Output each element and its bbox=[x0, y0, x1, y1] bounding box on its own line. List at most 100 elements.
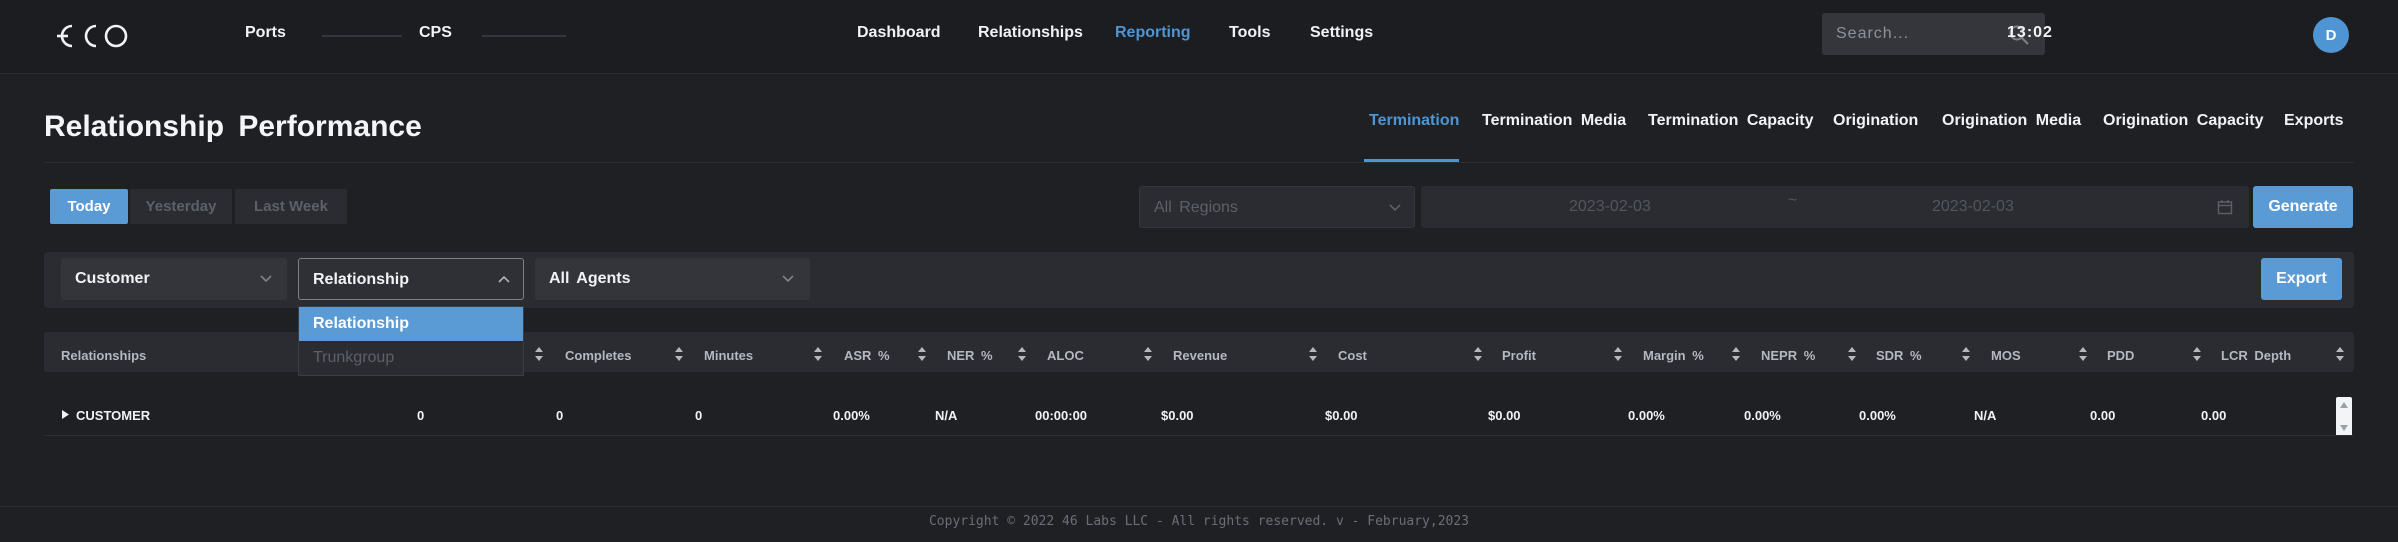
col-sdr[interactable]: SDR % bbox=[1876, 348, 1922, 363]
table-scrollbar[interactable] bbox=[2336, 397, 2352, 436]
sort-icon[interactable] bbox=[1473, 346, 1483, 362]
sort-icon[interactable] bbox=[1308, 346, 1318, 362]
cell-attempts: 0 bbox=[417, 408, 425, 423]
tab-termination[interactable]: Termination bbox=[1369, 112, 1459, 130]
sort-icon[interactable] bbox=[1847, 346, 1857, 362]
cell-mos: N/A bbox=[1974, 408, 1997, 423]
cell-revenue: $0.00 bbox=[1161, 408, 1194, 423]
cps-meter bbox=[482, 35, 566, 37]
footer-copyright: Copyright © 2022 46 Labs LLC - All right… bbox=[928, 514, 1470, 529]
user-avatar[interactable]: D bbox=[2313, 17, 2349, 53]
col-pdd[interactable]: PDD bbox=[2107, 348, 2134, 363]
tab-termination-media[interactable]: Termination Media bbox=[1482, 112, 1626, 130]
row-relationship-name[interactable]: CUSTOMER bbox=[76, 408, 150, 423]
option-trunkgroup[interactable]: Trunkgroup bbox=[299, 341, 523, 375]
chevron-down-icon bbox=[260, 275, 272, 283]
date-to[interactable]: 2023-02-03 bbox=[1932, 198, 2014, 216]
row-divider bbox=[44, 435, 2354, 436]
nav-relationships[interactable]: Relationships bbox=[978, 24, 1083, 42]
col-asr[interactable]: ASR % bbox=[844, 348, 890, 363]
tab-termination-capacity[interactable]: Termination Capacity bbox=[1648, 112, 1814, 130]
cell-minutes: 0 bbox=[695, 408, 703, 423]
scroll-down-icon[interactable] bbox=[2340, 425, 2348, 431]
col-lcr-depth[interactable]: LCR Depth bbox=[2221, 348, 2291, 363]
group-by-dropdown-menu: Relationship Trunkgroup bbox=[298, 306, 524, 376]
cell-asr: 0.00% bbox=[833, 408, 870, 423]
export-button[interactable]: Export bbox=[2261, 258, 2342, 300]
tab-origination[interactable]: Origination bbox=[1833, 112, 1918, 130]
sort-icon[interactable] bbox=[1731, 346, 1741, 362]
nav-settings[interactable]: Settings bbox=[1310, 24, 1373, 42]
col-relationships[interactable]: Relationships bbox=[61, 348, 146, 363]
col-ner[interactable]: NER % bbox=[947, 348, 993, 363]
range-today-button[interactable]: Today bbox=[50, 189, 128, 224]
sort-icon[interactable] bbox=[674, 346, 684, 362]
sort-icon[interactable] bbox=[1961, 346, 1971, 362]
eco-logo[interactable] bbox=[52, 20, 132, 52]
cell-margin: 0.00% bbox=[1628, 408, 1665, 423]
sort-icon[interactable] bbox=[813, 346, 823, 362]
nav-tools[interactable]: Tools bbox=[1229, 24, 1270, 42]
cell-sdr: 0.00% bbox=[1859, 408, 1896, 423]
cell-aloc: 00:00:00 bbox=[1035, 408, 1088, 423]
agents-select[interactable]: All Agents bbox=[535, 258, 810, 300]
ports-meter bbox=[322, 35, 402, 37]
customer-type-select[interactable]: Customer bbox=[61, 258, 287, 300]
header-divider bbox=[44, 162, 2354, 163]
chevron-down-icon bbox=[782, 275, 794, 283]
calendar-icon[interactable] bbox=[2217, 199, 2233, 215]
col-revenue[interactable]: Revenue bbox=[1173, 348, 1227, 363]
col-profit[interactable]: Profit bbox=[1502, 348, 1536, 363]
cell-profit: $0.00 bbox=[1488, 408, 1521, 423]
nav-dashboard[interactable]: Dashboard bbox=[857, 24, 941, 42]
cell-nepr: 0.00% bbox=[1744, 408, 1781, 423]
ports-link[interactable]: Ports bbox=[245, 24, 286, 42]
col-mos[interactable]: MOS bbox=[1991, 348, 2021, 363]
col-completes[interactable]: Completes bbox=[565, 348, 631, 363]
cps-link[interactable]: CPS bbox=[419, 24, 452, 42]
date-separator: ~ bbox=[1788, 192, 1798, 209]
col-minutes[interactable]: Minutes bbox=[704, 348, 753, 363]
group-by-select[interactable]: Relationship bbox=[298, 258, 524, 300]
top-navigation-bar: Ports CPS Dashboard Relationships Report… bbox=[0, 0, 2398, 74]
clock: 13:02 bbox=[2007, 24, 2053, 41]
cell-completes: 0 bbox=[556, 408, 564, 423]
cell-lcr-depth: 0.00 bbox=[2201, 408, 2227, 423]
customer-type-value: Customer bbox=[75, 270, 150, 287]
date-range-picker[interactable]: 2023-02-03 ~ 2023-02-03 bbox=[1421, 186, 2249, 228]
expand-caret-icon[interactable] bbox=[62, 410, 70, 419]
scroll-up-icon[interactable] bbox=[2340, 402, 2348, 408]
sort-icon[interactable] bbox=[2078, 346, 2088, 362]
group-by-value: Relationship bbox=[313, 271, 410, 288]
chevron-down-icon bbox=[1389, 204, 1401, 212]
option-relationship[interactable]: Relationship bbox=[299, 307, 523, 341]
range-yesterday-button[interactable]: Yesterday bbox=[130, 189, 232, 224]
region-select[interactable]: All Regions bbox=[1139, 186, 1415, 228]
col-cost[interactable]: Cost bbox=[1338, 348, 1367, 363]
chevron-up-icon bbox=[498, 275, 510, 283]
tab-origination-media[interactable]: Origination Media bbox=[1942, 112, 2081, 130]
nav-reporting[interactable]: Reporting bbox=[1115, 24, 1191, 42]
region-select-value: All Regions bbox=[1154, 199, 1238, 216]
sort-icon[interactable] bbox=[917, 346, 927, 362]
cell-cost: $0.00 bbox=[1325, 408, 1358, 423]
sort-icon[interactable] bbox=[2192, 346, 2202, 362]
col-nepr[interactable]: NEPR % bbox=[1761, 348, 1815, 363]
tab-exports[interactable]: Exports bbox=[2284, 112, 2344, 130]
cell-pdd: 0.00 bbox=[2090, 408, 2116, 423]
date-from[interactable]: 2023-02-03 bbox=[1569, 198, 1651, 216]
tab-origination-capacity[interactable]: Origination Capacity bbox=[2103, 112, 2263, 130]
sort-icon[interactable] bbox=[1613, 346, 1623, 362]
sort-icon[interactable] bbox=[1143, 346, 1153, 362]
agents-select-value: All Agents bbox=[549, 270, 631, 287]
cell-ner: N/A bbox=[935, 408, 958, 423]
col-margin[interactable]: Margin % bbox=[1643, 348, 1704, 363]
col-aloc[interactable]: ALOC bbox=[1047, 348, 1084, 363]
sort-icon[interactable] bbox=[534, 346, 544, 362]
range-last-week-button[interactable]: Last Week bbox=[235, 189, 347, 224]
generate-button[interactable]: Generate bbox=[2253, 186, 2353, 228]
sort-icon[interactable] bbox=[2335, 346, 2345, 362]
footer-divider bbox=[0, 506, 2398, 507]
sort-icon[interactable] bbox=[1017, 346, 1027, 362]
page-title: Relationship Performance bbox=[44, 110, 422, 143]
